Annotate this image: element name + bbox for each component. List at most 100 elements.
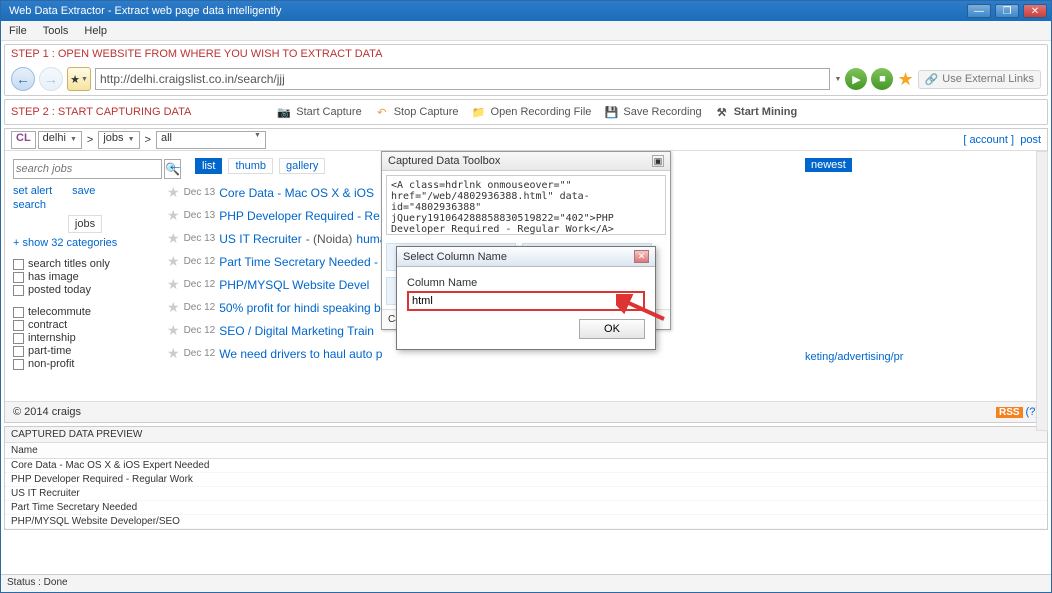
folder-icon: 📁 xyxy=(471,104,487,120)
preview-row[interactable]: PHP/MYSQL Website Developer/SEO xyxy=(5,515,1047,529)
favorites-button[interactable]: ★▼ xyxy=(67,67,91,91)
subcat-select[interactable]: all ▼ xyxy=(156,131,266,149)
select-column-dialog: Select Column Name ✕ Column Name OK xyxy=(396,246,656,350)
listing-date: Dec 12 xyxy=(184,348,216,359)
stop-capture-button[interactable]: ↶Stop Capture xyxy=(374,104,459,120)
listing-title[interactable]: We need drivers to haul auto p xyxy=(219,347,382,361)
post-link[interactable]: post xyxy=(1020,134,1041,146)
checkbox[interactable] xyxy=(13,333,24,344)
star-icon[interactable]: ★ xyxy=(167,230,180,247)
star-icon[interactable]: ★ xyxy=(167,345,180,362)
nav-back-button[interactable]: ← xyxy=(11,67,35,91)
search-input[interactable] xyxy=(13,159,162,179)
setalert-link[interactable]: set alert xyxy=(13,185,52,197)
start-capture-button[interactable]: 📷Start Capture xyxy=(276,104,361,120)
maximize-button[interactable]: ❐ xyxy=(995,4,1019,18)
city-select[interactable]: delhi ▼ xyxy=(38,131,82,149)
listing-title[interactable]: US IT Recruiter xyxy=(219,232,301,246)
newest-badge[interactable]: newest xyxy=(805,158,852,172)
bookmark-star-icon[interactable]: ★ xyxy=(897,69,913,90)
listing-suffix: - (Noida) xyxy=(306,232,353,246)
star-icon[interactable]: ★ xyxy=(167,322,180,339)
listing-date: Dec 12 xyxy=(184,302,216,313)
preview-row[interactable]: Part Time Secretary Needed xyxy=(5,501,1047,515)
url-input[interactable] xyxy=(95,68,830,90)
captured-preview-panel: CAPTURED DATA PREVIEW Name Core Data - M… xyxy=(4,426,1048,530)
listing-title[interactable]: 50% profit for hindi speaking b xyxy=(219,301,380,315)
star-icon[interactable]: ★ xyxy=(167,207,180,224)
search-link[interactable]: search xyxy=(13,199,157,211)
url-dropdown-icon[interactable]: ▼ xyxy=(835,76,842,83)
copyright: © 2014 craigs xyxy=(13,406,81,418)
checkbox[interactable] xyxy=(13,320,24,331)
step1-panel: STEP 1 : OPEN WEBSITE FROM WHERE YOU WIS… xyxy=(4,44,1048,96)
undo-icon: ↶ xyxy=(374,104,390,120)
right-column: newest keting/advertising/pr xyxy=(797,151,1047,423)
menu-file[interactable]: File xyxy=(9,25,27,37)
minimize-button[interactable]: — xyxy=(967,4,991,18)
back-arrow-icon[interactable]: ← xyxy=(167,157,183,175)
checkbox[interactable] xyxy=(13,346,24,357)
save-recording-button[interactable]: 💾Save Recording xyxy=(603,104,701,120)
external-links-button[interactable]: 🔗 Use External Links xyxy=(918,70,1041,89)
rss-badge[interactable]: RSS xyxy=(996,407,1023,418)
listing-title[interactable]: SEO / Digital Marketing Train xyxy=(219,324,374,338)
listing-title[interactable]: Part Time Secretary Needed - xyxy=(219,255,378,269)
start-mining-button[interactable]: ⚒Start Mining xyxy=(714,104,798,120)
jobs-box: jobs xyxy=(68,215,102,233)
filters-sidebar: 🔍 set alert save search jobs + show 32 c… xyxy=(5,151,165,423)
app-window: Web Data Extractor - Extract web page da… xyxy=(0,0,1052,593)
listing-title[interactable]: PHP Developer Required - Re xyxy=(219,209,380,223)
window-title: Web Data Extractor - Extract web page da… xyxy=(5,5,967,17)
checkbox[interactable] xyxy=(13,272,24,283)
browser-breadcrumb: CL delhi ▼ > jobs ▼ > all ▼ [ account ] … xyxy=(5,129,1047,151)
close-button[interactable]: ✕ xyxy=(1023,4,1047,18)
step2-label: STEP 2 : START CAPTURING DATA xyxy=(11,106,191,118)
menu-help[interactable]: Help xyxy=(84,25,107,37)
save-link[interactable]: save xyxy=(72,185,95,197)
ok-button[interactable]: OK xyxy=(579,319,645,339)
star-icon[interactable]: ★ xyxy=(167,299,180,316)
listing-date: Dec 12 xyxy=(184,279,216,290)
checkbox[interactable] xyxy=(13,285,24,296)
view-gallery-tab[interactable]: gallery xyxy=(279,158,325,174)
camera-icon: 📷 xyxy=(276,104,292,120)
listing-title[interactable]: PHP/MYSQL Website Devel xyxy=(219,278,369,292)
menu-tools[interactable]: Tools xyxy=(43,25,69,37)
dialog-close-button[interactable]: ✕ xyxy=(634,250,649,263)
cl-logo[interactable]: CL xyxy=(11,131,36,149)
marketing-link[interactable]: keting/advertising/pr xyxy=(805,351,903,363)
vertical-scrollbar[interactable] xyxy=(1036,151,1048,431)
preview-row[interactable]: Core Data - Mac OS X & iOS Expert Needed xyxy=(5,459,1047,473)
checkbox[interactable] xyxy=(13,307,24,318)
save-icon: 💾 xyxy=(603,104,619,120)
category-select[interactable]: jobs ▼ xyxy=(98,131,139,149)
preview-row[interactable]: US IT Recruiter xyxy=(5,487,1047,501)
mining-icon: ⚒ xyxy=(714,104,730,120)
listing-title[interactable]: Core Data - Mac OS X & iOS xyxy=(219,186,374,200)
view-list-tab[interactable]: list xyxy=(195,158,222,174)
listing-date: Dec 12 xyxy=(184,325,216,336)
checkbox[interactable] xyxy=(13,259,24,270)
preview-title: CAPTURED DATA PREVIEW xyxy=(5,427,1047,443)
toolbox-dock-button[interactable]: ▣ xyxy=(652,155,664,167)
preview-row[interactable]: PHP Developer Required - Regular Work xyxy=(5,473,1047,487)
open-recording-button[interactable]: 📁Open Recording File xyxy=(471,104,592,120)
star-icon[interactable]: ★ xyxy=(167,253,180,270)
star-icon[interactable]: ★ xyxy=(167,276,180,293)
star-icon[interactable]: ★ xyxy=(167,184,180,201)
listing-date: Dec 13 xyxy=(184,187,216,198)
stop-nav-button[interactable]: ■ xyxy=(871,68,893,90)
show-categories-link[interactable]: + show 32 categories xyxy=(13,237,157,249)
view-thumb-tab[interactable]: thumb xyxy=(228,158,273,174)
listing-date: Dec 13 xyxy=(184,233,216,244)
column-name-label: Column Name xyxy=(407,277,645,289)
account-link[interactable]: account xyxy=(969,134,1008,146)
browser-footer: © 2014 craigs RSS (?) xyxy=(5,401,1047,422)
column-name-input[interactable] xyxy=(407,291,645,311)
dialog-title: Select Column Name xyxy=(403,251,507,263)
go-button[interactable]: ▶ xyxy=(845,68,867,90)
preview-column-name: Name xyxy=(5,443,1047,459)
nav-forward-button[interactable]: → xyxy=(39,67,63,91)
checkbox[interactable] xyxy=(13,359,24,370)
